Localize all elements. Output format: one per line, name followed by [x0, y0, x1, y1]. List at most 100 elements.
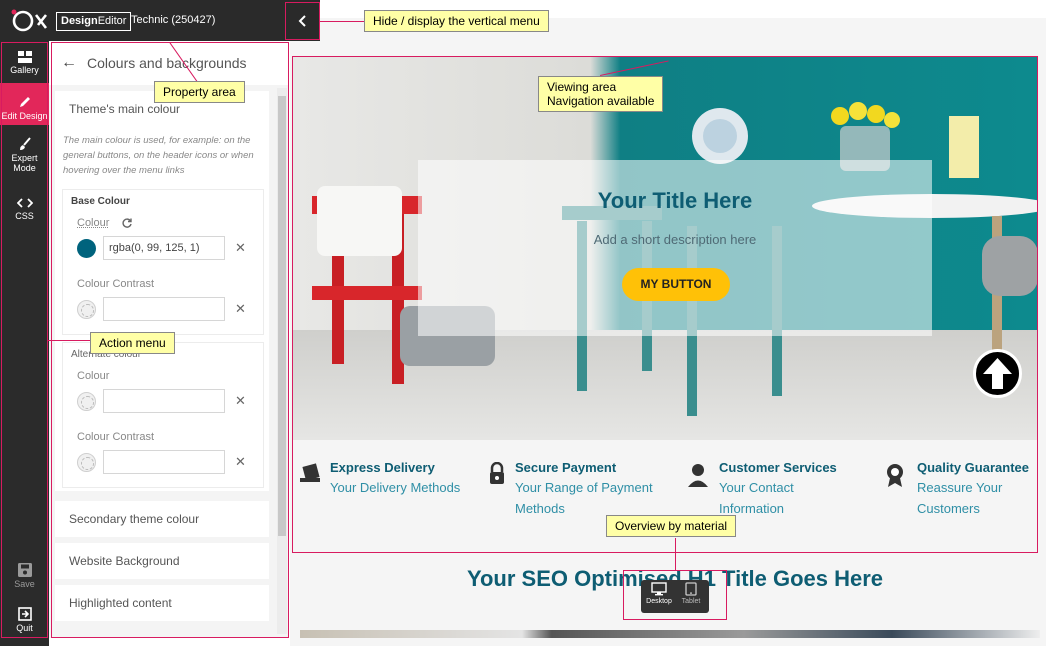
feature-title: Quality Guarantee: [917, 460, 1029, 475]
feature-secure-payment[interactable]: Secure Payment Your Range of Payment Met…: [490, 460, 653, 519]
desktop-label: Desktop: [646, 598, 672, 605]
design-editor-screen: Your Title Here Add a short description …: [0, 0, 1046, 646]
section-website-background[interactable]: Website Background: [55, 543, 269, 579]
feature-description-line2: Information: [719, 501, 785, 516]
save-icon: [17, 563, 32, 577]
hero-content-box: Your Title Here Add a short description …: [418, 160, 932, 336]
design-editor-badge: DesignEditor: [56, 12, 132, 31]
panel-header: ← Colours and backgrounds: [49, 41, 289, 85]
callout-overview-material: Overview by material: [606, 515, 737, 537]
feature-description-line1: Reassure Your: [917, 480, 1003, 495]
nav-edit-design[interactable]: Edit Design: [0, 83, 49, 125]
callout-viewing-line2: Navigation available: [547, 94, 655, 108]
callout-viewing-area: Viewing area Navigation available: [538, 76, 664, 112]
nav-gallery-label: Gallery: [10, 65, 39, 75]
hero-banner[interactable]: Your Title Here Add a short description …: [292, 56, 1038, 440]
main-colour-title[interactable]: Theme's main colour: [69, 102, 180, 116]
logo-icon[interactable]: [8, 6, 48, 34]
nav-expert-mode[interactable]: Expert Mode: [0, 137, 49, 173]
section-secondary-colour[interactable]: Secondary theme colour: [55, 501, 269, 537]
pencil-icon: [19, 97, 30, 107]
scroll-to-top-button[interactable]: [973, 349, 1022, 398]
alt-contrast-swatch[interactable]: [77, 453, 96, 472]
action-menu: Gallery Edit Design Expert Mode CSS Save…: [0, 41, 49, 646]
clear-base-colour-icon[interactable]: ✕: [235, 240, 246, 256]
toggle-menu-button[interactable]: [285, 2, 320, 40]
feature-customer-services[interactable]: Customer Services Your Contact Informati…: [688, 460, 837, 519]
feature-description: Your Delivery Methods: [330, 480, 461, 495]
desktop-view-button[interactable]: Desktop: [643, 582, 675, 605]
alt-colour-label: Colour: [77, 370, 110, 382]
chevron-left-icon: [298, 15, 306, 27]
nav-css[interactable]: CSS: [0, 197, 49, 221]
nav-edit-design-label: Edit Design: [1, 111, 48, 121]
tablet-view-button[interactable]: Tablet: [675, 582, 707, 605]
base-colour-card: Base Colour Colour ✕ Colour Contrast ✕: [62, 189, 264, 335]
code-icon: [16, 198, 33, 208]
clear-base-contrast-icon[interactable]: ✕: [235, 301, 246, 317]
panel-title: Colours and backgrounds: [87, 55, 247, 71]
clear-alt-contrast-icon[interactable]: ✕: [235, 454, 246, 470]
callout-viewing-line1: Viewing area: [547, 80, 617, 94]
alt-colour-input[interactable]: [103, 389, 225, 413]
main-colour-hint: The main colour is used, for example: on…: [63, 135, 254, 176]
top-bar: DesignEditor Technic (250427): [0, 0, 320, 41]
quit-icon: [17, 607, 32, 621]
feature-description-line1: Your Range of Payment: [515, 480, 653, 495]
feature-quality-guarantee[interactable]: Quality Guarantee Reassure Your Customer…: [887, 460, 1029, 519]
award-icon: [887, 464, 903, 487]
nav-quit-label: Quit: [16, 623, 33, 633]
panel-scrollbar[interactable]: [277, 88, 287, 634]
delivery-icon: [300, 463, 320, 482]
hero-cta-button[interactable]: MY BUTTON: [622, 268, 730, 301]
tablet-label: Tablet: [681, 598, 701, 605]
feature-description-line2: Customers: [917, 501, 980, 516]
brush-icon: [19, 137, 31, 150]
nav-save[interactable]: Save: [0, 563, 49, 589]
base-contrast-input[interactable]: [103, 297, 225, 321]
arrow-up-icon: [983, 358, 1012, 389]
feature-description-line1: Your Contact: [719, 480, 794, 495]
base-colour-input[interactable]: [103, 236, 225, 260]
hero-title[interactable]: Your Title Here: [418, 188, 932, 214]
base-colour-swatch[interactable]: [77, 239, 96, 258]
brand-light: Editor: [97, 15, 127, 27]
callout-connector: [48, 340, 90, 342]
callout-connector: [674, 538, 676, 570]
gallery-icon: [17, 51, 32, 63]
feature-title: Secure Payment: [515, 460, 617, 475]
nav-gallery[interactable]: Gallery: [0, 51, 49, 75]
colour-contrast-label: Colour Contrast: [77, 278, 155, 290]
alt-colour-swatch[interactable]: [77, 392, 96, 411]
site-name: Technic (250427): [131, 14, 216, 26]
feature-express-delivery[interactable]: Express Delivery Your Delivery Methods: [300, 460, 461, 498]
alt-contrast-input[interactable]: [103, 450, 225, 474]
image-strip: [300, 630, 1040, 638]
back-arrow-icon[interactable]: ←: [61, 54, 77, 72]
callout-connector: [320, 21, 364, 23]
clear-alt-colour-icon[interactable]: ✕: [235, 393, 246, 409]
nav-save-label: Save: [14, 579, 35, 589]
device-switcher: Desktop Tablet: [641, 580, 709, 613]
reset-icon[interactable]: [121, 217, 133, 229]
base-contrast-swatch[interactable]: [77, 300, 96, 319]
tablet-icon: [685, 582, 697, 596]
section-highlighted-content[interactable]: Highlighted content: [55, 585, 269, 621]
lock-icon: [490, 462, 504, 484]
hero-description[interactable]: Add a short description here: [418, 232, 932, 247]
callout-property-area: Property area: [154, 81, 245, 103]
brand-bold: Design: [61, 15, 98, 27]
callout-toggle-menu: Hide / display the vertical menu: [364, 10, 549, 32]
customer-service-icon: [688, 464, 708, 487]
alt-contrast-label: Colour Contrast: [77, 431, 155, 443]
alternate-colour-card: Alternate colour Colour ✕ Colour Contras…: [62, 342, 264, 488]
callout-action-menu: Action menu: [90, 332, 175, 354]
nav-expert-mode-line2: Mode: [13, 163, 36, 173]
nav-expert-mode-line1: Expert: [11, 153, 38, 163]
feature-title: Express Delivery: [330, 460, 435, 475]
desktop-icon: [651, 582, 667, 596]
colour-label: Colour: [77, 217, 110, 229]
scrollbar-thumb[interactable]: [278, 96, 286, 536]
feature-title: Customer Services: [719, 460, 837, 475]
nav-quit[interactable]: Quit: [0, 607, 49, 633]
